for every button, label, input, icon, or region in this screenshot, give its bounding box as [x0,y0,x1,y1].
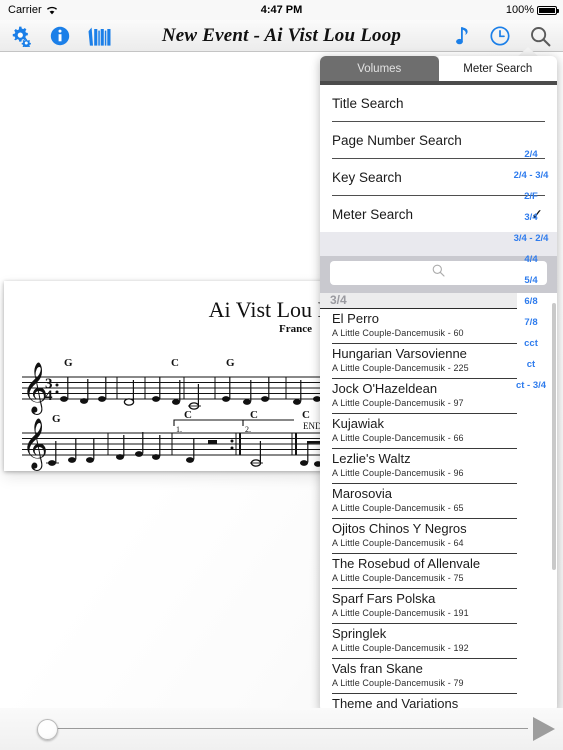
section-index-item[interactable]: ct - 3/4 [516,375,546,396]
popover-tab-bar: Volumes Meter Search [320,56,557,81]
item-title: Lezlie's Waltz [332,451,411,466]
option-title-search[interactable]: Title Search [320,85,557,121]
section-index-item[interactable]: 4/4 [524,249,537,270]
section-index-item[interactable]: ct [527,354,535,375]
section-index[interactable]: 2/4 2/4 - 3/4 2/F 3/4 3/4 - 2/4 4/4 5/4 … [509,144,553,396]
item-title: Ojitos Chinos Y Negros [332,521,467,536]
svg-text:1.: 1. [176,425,182,434]
section-index-item[interactable]: 5/4 [524,270,537,291]
item-title: Sparf Fars Polska [332,591,436,606]
svg-text:G: G [64,357,73,369]
svg-text:4: 4 [45,388,53,404]
item-title: Marosovia [332,486,392,501]
sheet-music-page[interactable]: Ai Vist Lou Lo France 𝄞 3 4 G C G C [4,281,358,471]
section-index-item[interactable]: 6/8 [524,291,537,312]
item-subtitle: A Little Couple-Dancemusik - 96 [332,468,464,478]
list-item[interactable]: Sparf Fars Polska A Little Couple-Dancem… [320,589,557,624]
item-subtitle: A Little Couple-Dancemusik - 97 [332,398,464,408]
page-slider-track[interactable] [48,728,528,729]
item-title: The Rosebud of Allenvale [332,556,481,571]
option-label: Meter Search [332,206,414,222]
nav-left-icons [10,20,112,52]
section-index-item[interactable]: 3/4 [524,207,537,228]
section-index-item[interactable]: 7/8 [524,312,537,333]
settings-gears-icon[interactable] [10,25,32,47]
item-subtitle: A Little Couple-Dancemusik - 79 [332,678,464,688]
svg-text:G: G [226,357,235,369]
list-item[interactable]: The Rosebud of Allenvale A Little Couple… [320,554,557,589]
section-index-item[interactable]: cct [524,333,538,354]
item-subtitle: A Little Couple-Dancemusik - 192 [332,643,469,653]
battery-percent-label: 100% [505,4,534,16]
books-library-icon[interactable] [88,26,112,47]
section-index-item[interactable]: 2/4 - 3/4 [514,165,549,186]
search-popover: Volumes Meter Search Title Search Page N… [320,47,557,712]
item-title: Kujawiak [332,416,385,431]
app-root: Carrier 4:47 PM 100% New Event - Ai Vist… [0,0,563,750]
tab-volumes[interactable]: Volumes [320,56,439,81]
item-subtitle: A Little Couple-Dancemusik - 66 [332,433,464,443]
battery-full-icon [537,5,559,15]
list-item[interactable]: Springlek A Little Couple-Dancemusik - 1… [320,624,557,659]
list-item[interactable]: Lezlie's Waltz A Little Couple-Dancemusi… [320,449,557,484]
info-icon[interactable] [50,26,70,46]
list-item[interactable]: Ojitos Chinos Y Negros A Little Couple-D… [320,519,557,554]
list-item[interactable]: Marosovia A Little Couple-Dancemusik - 6… [320,484,557,519]
item-title: Springlek [332,626,387,641]
search-icon[interactable] [530,26,551,47]
svg-text:G: G [52,413,61,425]
list-item[interactable]: Kujawiak A Little Couple-Dancemusik - 66 [320,414,557,449]
item-subtitle: A Little Couple-Dancemusik - 75 [332,573,464,583]
svg-text:C: C [171,357,179,369]
svg-text:2.: 2. [245,425,251,434]
section-index-item[interactable]: 2/F [524,186,538,207]
tab-meter-search[interactable]: Meter Search [438,56,557,81]
section-header: 3/4 [320,293,517,309]
status-bar-right: 100% [505,4,559,16]
status-bar: Carrier 4:47 PM 100% [0,0,563,20]
svg-text:𝄞: 𝄞 [22,418,48,471]
music-notation: 𝄞 3 4 G C G C [22,357,356,471]
list-item[interactable]: Vals fran Skane A Little Couple-Dancemus… [320,659,557,694]
next-triangle-icon[interactable] [533,717,555,741]
svg-text:C: C [184,409,192,421]
svg-text:C: C [302,409,310,421]
list-scrollbar[interactable] [552,303,556,570]
item-subtitle: A Little Couple-Dancemusik - 65 [332,503,464,513]
section-index-item[interactable]: 2/4 [524,144,537,165]
option-label: Key Search [332,169,402,185]
option-label: Title Search [332,95,404,111]
option-label: Page Number Search [332,132,462,148]
item-title: Vals fran Skane [332,661,423,676]
item-subtitle: A Little Couple-Dancemusik - 191 [332,608,469,618]
svg-text:C: C [250,409,258,421]
item-subtitle: A Little Couple-Dancemusik - 64 [332,538,464,548]
clock-icon[interactable] [490,26,510,46]
page-slider-knob[interactable] [37,719,58,740]
bottom-toolbar [0,708,563,750]
section-index-item[interactable]: 3/4 - 2/4 [514,228,549,249]
clock-label: 4:47 PM [260,4,303,16]
music-note-icon[interactable] [456,26,470,46]
